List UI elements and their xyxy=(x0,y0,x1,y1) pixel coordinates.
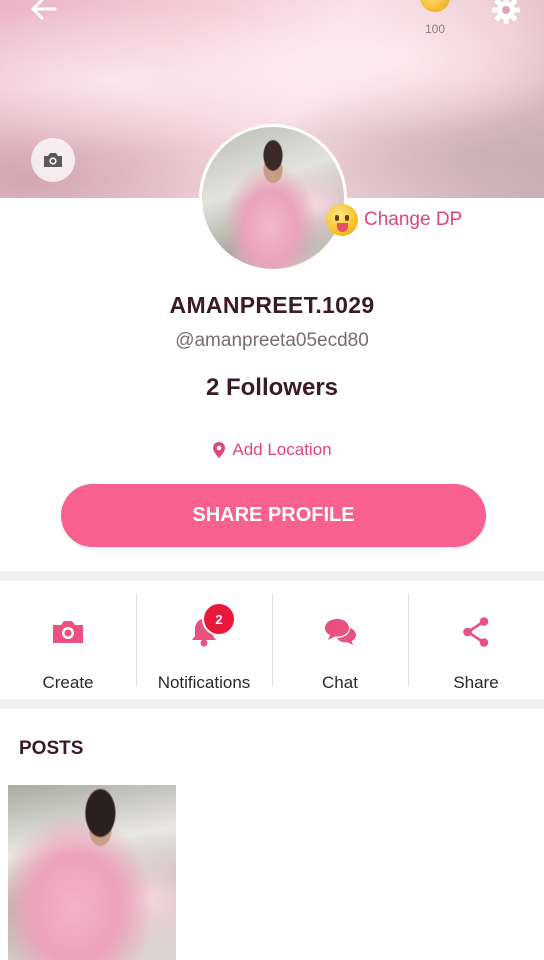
section-divider xyxy=(0,699,544,709)
profile-username: AMANPREET.1029 xyxy=(169,292,375,318)
add-location-label: Add Location xyxy=(232,440,332,459)
profile-handle: @amanpreeta05ecd80 xyxy=(175,330,369,351)
notifications-label: Notifications xyxy=(157,673,251,692)
gear-icon xyxy=(492,0,520,24)
action-bar: Create 2 Notifications Chat Share xyxy=(0,582,544,698)
profile-avatar[interactable] xyxy=(199,124,347,272)
change-cover-button[interactable] xyxy=(31,138,75,182)
chat-action[interactable]: Chat xyxy=(272,582,408,698)
section-divider xyxy=(0,571,544,581)
notifications-action[interactable]: 2 Notifications xyxy=(136,582,272,698)
posts-section-title: POSTS xyxy=(19,738,84,759)
chat-bubbles-icon xyxy=(325,619,356,645)
create-label: Create xyxy=(42,673,94,692)
coin-count: 100 xyxy=(424,22,446,36)
chat-label: Chat xyxy=(322,673,358,692)
back-arrow-icon xyxy=(31,0,57,20)
back-button[interactable] xyxy=(26,0,60,24)
share-icon xyxy=(463,617,489,647)
notification-badge: 2 xyxy=(202,602,236,636)
post-thumbnail[interactable] xyxy=(8,785,176,960)
change-dp-button[interactable]: Change DP xyxy=(326,204,462,236)
add-location-button[interactable]: Add Location xyxy=(0,440,544,460)
location-pin-icon xyxy=(213,442,226,458)
share-label: Share xyxy=(453,673,499,692)
camera-icon xyxy=(53,621,83,643)
create-action[interactable]: Create xyxy=(0,582,136,698)
share-action[interactable]: Share xyxy=(408,582,544,698)
change-dp-label: Change DP xyxy=(364,209,463,230)
share-profile-button[interactable]: SHARE PROFILE xyxy=(61,484,486,547)
settings-button[interactable] xyxy=(488,0,524,28)
followers-count[interactable]: 2 Followers xyxy=(0,374,544,402)
tongue-emoji-icon xyxy=(326,204,358,236)
camera-icon xyxy=(44,153,62,167)
